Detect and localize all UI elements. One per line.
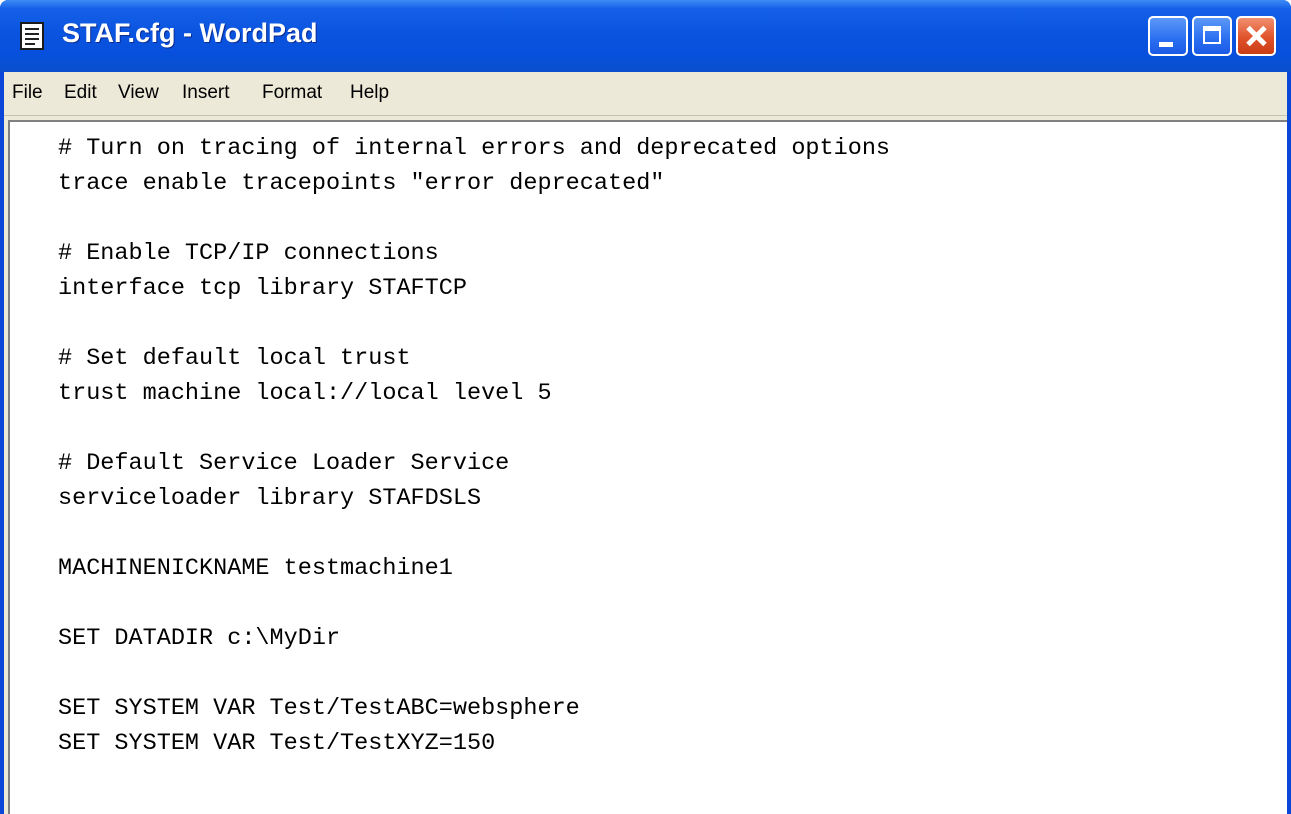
- document-line[interactable]: MACHINENICKNAME testmachine1: [58, 554, 453, 584]
- maximize-button[interactable]: [1192, 16, 1232, 56]
- menu-edit[interactable]: Edit: [64, 82, 97, 104]
- title-bar[interactable]: STAF.cfg - WordPad: [0, 0, 1291, 72]
- menu-bar: File Edit View Insert Format Help: [4, 72, 1287, 116]
- minimize-icon: [1159, 42, 1173, 47]
- minimize-button[interactable]: [1148, 16, 1188, 56]
- menu-format[interactable]: Format: [262, 82, 322, 104]
- window-title: STAF.cfg - WordPad: [62, 18, 318, 48]
- document-editor[interactable]: # Turn on tracing of internal errors and…: [8, 120, 1287, 814]
- document-line[interactable]: # Set default local trust: [58, 344, 411, 374]
- document-line[interactable]: # Default Service Loader Service: [58, 449, 509, 479]
- close-icon: [1238, 18, 1274, 54]
- wordpad-window: STAF.cfg - WordPad File Edit View Insert…: [0, 0, 1291, 814]
- document-line[interactable]: # Enable TCP/IP connections: [58, 239, 439, 269]
- document-line[interactable]: trust machine local://local level 5: [58, 379, 552, 409]
- document-line[interactable]: trace enable tracepoints "error deprecat…: [58, 169, 664, 199]
- document-line[interactable]: serviceloader library STAFDSLS: [58, 484, 481, 514]
- document-line[interactable]: SET SYSTEM VAR Test/TestABC=websphere: [58, 694, 580, 724]
- menu-help[interactable]: Help: [350, 82, 389, 104]
- menu-insert[interactable]: Insert: [182, 82, 230, 104]
- menu-view[interactable]: View: [118, 82, 159, 104]
- document-line[interactable]: SET DATADIR c:\MyDir: [58, 624, 340, 654]
- document-line[interactable]: # Turn on tracing of internal errors and…: [58, 134, 890, 164]
- maximize-icon: [1203, 26, 1221, 44]
- menu-file[interactable]: File: [12, 82, 43, 104]
- wordpad-document-icon[interactable]: [20, 22, 44, 50]
- document-line[interactable]: interface tcp library STAFTCP: [58, 274, 467, 304]
- client-area: # Turn on tracing of internal errors and…: [4, 116, 1287, 814]
- close-button[interactable]: [1236, 16, 1276, 56]
- document-line[interactable]: SET SYSTEM VAR Test/TestXYZ=150: [58, 729, 495, 759]
